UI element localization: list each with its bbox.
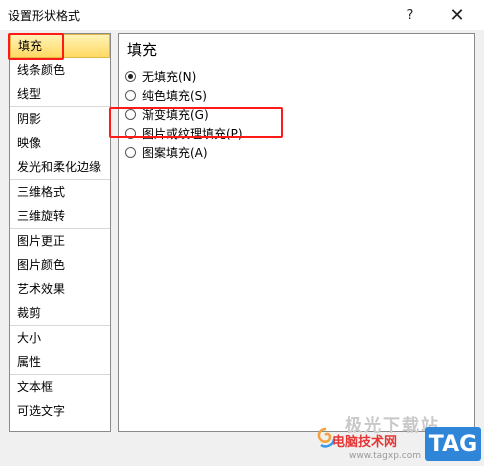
category-glow-soft-edges[interactable]: 发光和柔化边缘 xyxy=(10,155,110,179)
help-button[interactable]: ? xyxy=(395,2,425,28)
category-line-color[interactable]: 线条颜色 xyxy=(10,58,110,82)
option-no-fill[interactable]: 无填充(N) xyxy=(125,67,196,85)
category-picture-color[interactable]: 图片颜色 xyxy=(10,253,110,277)
category-3d-format[interactable]: 三维格式 xyxy=(10,180,110,204)
watermark-url: www.tagxp.com xyxy=(349,451,421,461)
option-picture-texture-fill[interactable]: 图片或纹理填充(P) xyxy=(125,124,243,142)
category-3d-rotation[interactable]: 三维旋转 xyxy=(10,204,110,228)
radio-no-fill[interactable] xyxy=(125,70,136,82)
category-fill[interactable]: 填充 xyxy=(10,34,110,58)
category-group-text: 文本框 可选文字 xyxy=(10,375,110,423)
category-artistic-effects[interactable]: 艺术效果 xyxy=(10,277,110,301)
category-group-picture: 图片更正 图片颜色 艺术效果 裁剪 xyxy=(10,229,110,326)
option-solid-fill-label: 纯色填充(S) xyxy=(142,88,207,103)
radio-solid-fill[interactable] xyxy=(125,89,136,101)
category-text-box[interactable]: 文本框 xyxy=(10,375,110,399)
watermark-subtitle: 电脑技术网 xyxy=(332,435,398,450)
panel-title: 填充 xyxy=(127,41,158,59)
category-picture-corrections[interactable]: 图片更正 xyxy=(10,229,110,253)
option-solid-fill[interactable]: 纯色填充(S) xyxy=(125,86,207,104)
watermark: 极光下载站 电脑技术网 www.tagxp.com TAG xyxy=(315,405,484,466)
category-properties[interactable]: 属性 xyxy=(10,350,110,374)
category-group-effects: 阴影 映像 发光和柔化边缘 xyxy=(10,107,110,180)
category-line-style[interactable]: 线型 xyxy=(10,82,110,106)
option-picture-texture-fill-label: 图片或纹理填充(P) xyxy=(142,126,243,141)
radio-gradient-fill[interactable] xyxy=(125,108,136,120)
category-group-3d: 三维格式 三维旋转 xyxy=(10,180,110,229)
category-reflection[interactable]: 映像 xyxy=(10,131,110,155)
window-title: 设置形状格式 xyxy=(8,9,81,23)
watermark-tag-logo: TAG xyxy=(425,427,481,461)
close-button[interactable]: ✕ xyxy=(442,2,472,28)
title-bar: 设置形状格式 ? ✕ xyxy=(0,0,484,30)
option-gradient-fill[interactable]: 渐变填充(G) xyxy=(125,105,209,123)
category-group-size: 大小 属性 xyxy=(10,326,110,375)
option-no-fill-label: 无填充(N) xyxy=(142,69,197,84)
radio-picture-texture-fill[interactable] xyxy=(125,127,136,139)
category-list: 填充 线条颜色 线型 阴影 映像 发光和柔化边缘 三维格式 三维旋转 图片更正 … xyxy=(9,33,111,432)
option-pattern-fill-label: 图案填充(A) xyxy=(142,145,208,160)
radio-pattern-fill[interactable] xyxy=(125,146,136,158)
category-size[interactable]: 大小 xyxy=(10,326,110,350)
category-group-fill: 填充 线条颜色 线型 xyxy=(10,34,110,107)
category-alt-text[interactable]: 可选文字 xyxy=(10,399,110,423)
option-pattern-fill[interactable]: 图案填充(A) xyxy=(125,143,208,161)
category-shadow[interactable]: 阴影 xyxy=(10,107,110,131)
category-crop[interactable]: 裁剪 xyxy=(10,301,110,325)
option-gradient-fill-label: 渐变填充(G) xyxy=(142,107,209,122)
fill-panel: 填充 无填充(N) 纯色填充(S) 渐变填充(G) 图片或纹理填充(P) 图案填… xyxy=(118,33,475,432)
